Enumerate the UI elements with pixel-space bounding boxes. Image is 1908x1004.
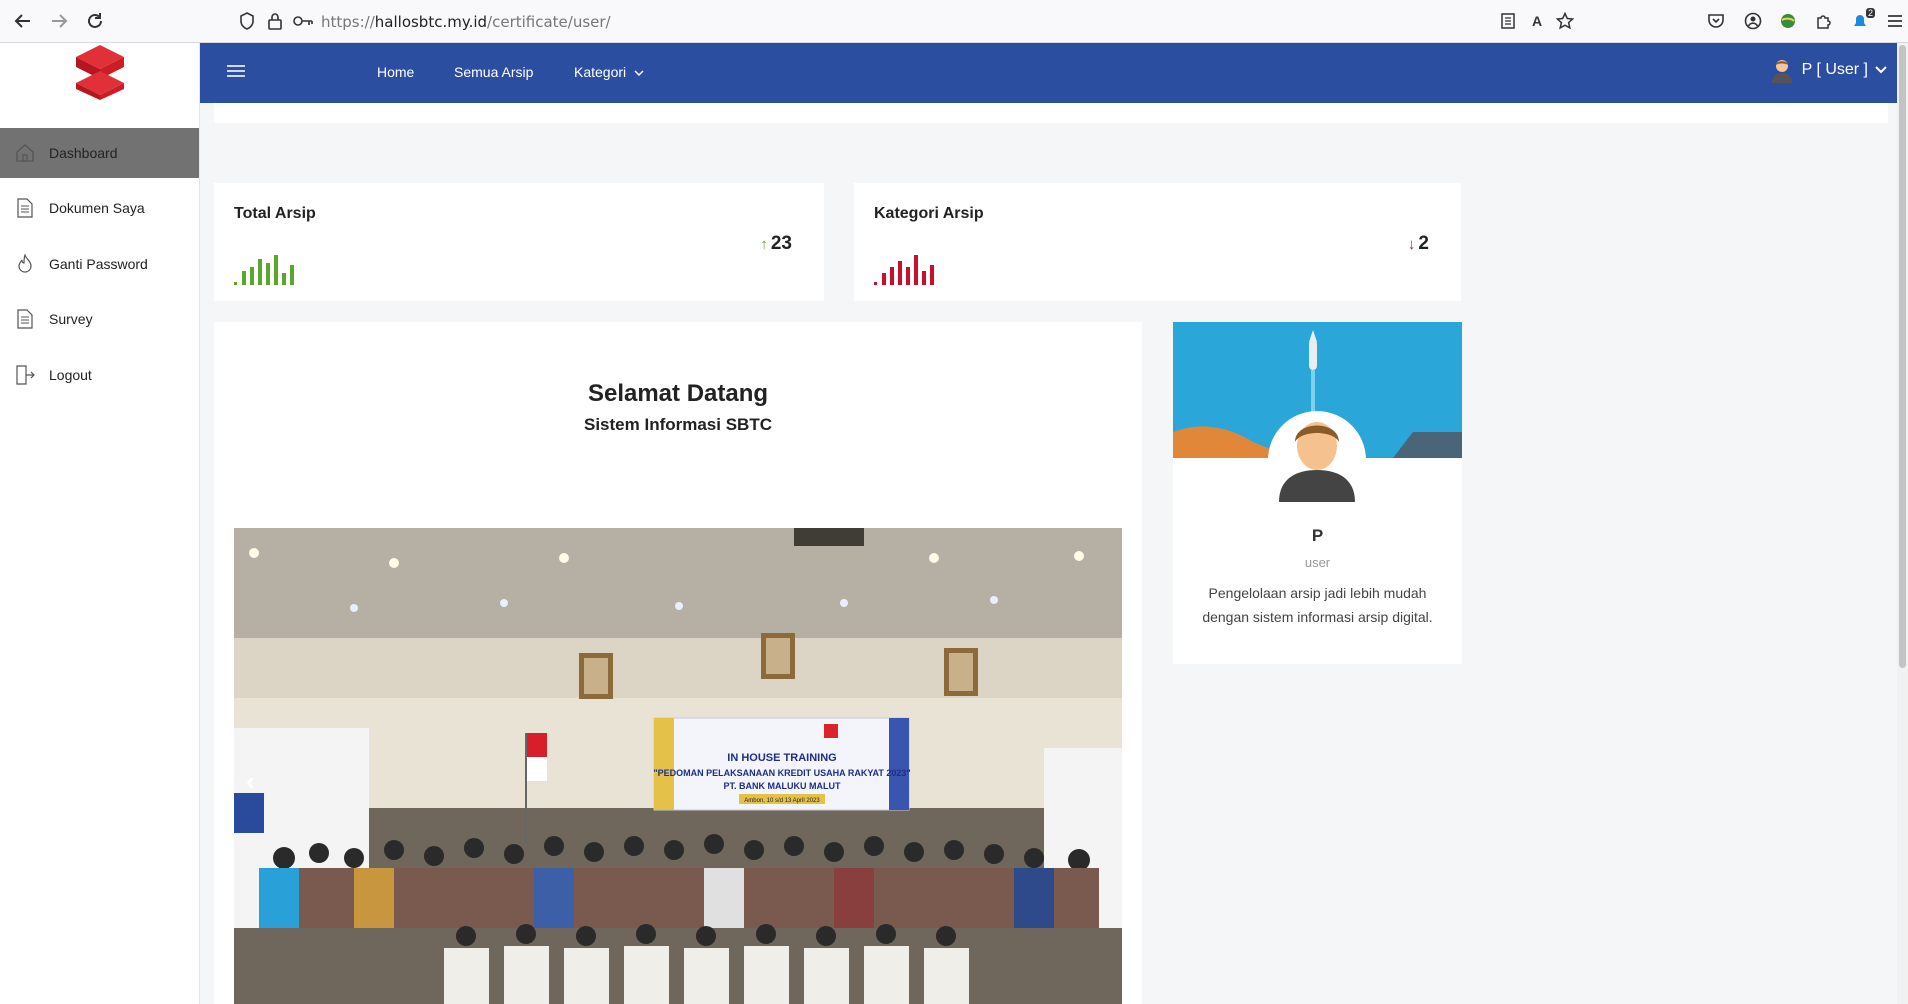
sidebar-item-dokumen-saya[interactable]: Dokumen Saya	[0, 183, 199, 233]
carousel-image[interactable]: IN HOUSE TRAINING "PEDOMAN PELAKSANAAN K…	[234, 528, 1122, 1004]
url-prefix: https://	[321, 13, 375, 31]
stat-card-kategori-arsip: Kategori Arsip ↓ 2	[854, 183, 1461, 301]
page-scrollbar[interactable]	[1897, 43, 1908, 1004]
sidebar-item-ganti-password[interactable]: Ganti Password	[0, 239, 199, 289]
spark-bar	[898, 261, 902, 285]
profile-card: P user Pengelolaan arsip jadi lebih muda…	[1173, 322, 1462, 664]
reader-view-icon[interactable]	[1497, 10, 1519, 32]
banner-line1: IN HOUSE TRAINING	[727, 752, 836, 764]
spark-bar	[274, 255, 278, 285]
hamburger-menu-icon[interactable]	[1884, 10, 1906, 32]
spark-bar	[282, 273, 286, 285]
carousel-prev-icon[interactable]: ‹	[246, 766, 255, 797]
spark-bar	[266, 263, 270, 285]
notification-badge: 2	[1865, 8, 1875, 18]
spark-bar	[250, 267, 254, 285]
sidebar-item-label: Dashboard	[49, 145, 118, 161]
sidebar: Dashboard Dokumen Saya Ganti Password Su…	[0, 43, 200, 1004]
nav-kategori-label: Kategori	[574, 64, 627, 80]
user-label: P [ User ]	[1801, 61, 1868, 78]
home-icon	[15, 142, 35, 164]
spark-bar	[914, 255, 918, 285]
spark-bar	[906, 267, 910, 285]
chevron-down-icon	[634, 70, 644, 77]
banner-line4: Ambon, 10 s/d 13 April 2023	[744, 798, 820, 804]
stat-value: ↓ 2	[1408, 233, 1429, 255]
chevron-down-icon	[1875, 66, 1887, 74]
profile-avatar	[1268, 411, 1366, 509]
scrollbar-thumb[interactable]	[1899, 45, 1906, 668]
lock-icon[interactable]	[264, 10, 286, 32]
shield-icon[interactable]	[236, 10, 258, 32]
spark-bar	[882, 273, 886, 285]
sidebar-item-label: Logout	[49, 367, 92, 383]
sidebar-item-label: Survey	[49, 311, 93, 327]
spark-bar	[242, 271, 246, 285]
stat-card-total-arsip: Total Arsip ↑ 23	[214, 183, 824, 301]
user-menu[interactable]: P [ User ]	[1770, 57, 1888, 83]
nav-home[interactable]: Home	[377, 64, 414, 80]
pocket-icon[interactable]	[1705, 10, 1727, 32]
translate-icon[interactable]: A	[1526, 10, 1548, 32]
sidebar-item-dashboard[interactable]: Dashboard	[0, 128, 199, 178]
logout-icon	[15, 364, 35, 386]
profile-name: P	[1311, 526, 1324, 545]
fire-icon	[15, 253, 35, 275]
stat-value-number: 2	[1418, 233, 1429, 254]
brand-logo[interactable]	[72, 43, 128, 101]
reload-icon[interactable]	[84, 10, 106, 32]
browser-toolbar: https://hallosbtc.my.id/certificate/user…	[0, 0, 1908, 43]
sidebar-item-label: Dokumen Saya	[49, 200, 145, 216]
document-icon	[15, 308, 35, 330]
stat-title: Kategori Arsip	[874, 205, 984, 222]
document-icon	[15, 197, 35, 219]
top-navbar: Home Semua Arsip Kategori P [ User ]	[200, 43, 1908, 103]
spark-bar	[874, 282, 877, 285]
welcome-subtitle: Sistem Informasi SBTC	[584, 415, 772, 434]
banner-line3: PT. BANK MALUKU MALUT	[724, 781, 841, 791]
sparkline-chart	[874, 255, 934, 285]
menu-toggle-icon[interactable]	[227, 65, 245, 79]
welcome-title: Selamat Datang	[587, 380, 769, 407]
star-icon[interactable]	[1554, 10, 1576, 32]
account-icon[interactable]	[1742, 10, 1764, 32]
nav-kategori[interactable]: Kategori	[574, 64, 644, 80]
url-path: /certificate/user/	[487, 13, 611, 31]
sidebar-item-label: Ganti Password	[49, 256, 148, 272]
page-header-strip	[214, 103, 1888, 123]
spark-bar	[930, 265, 934, 285]
user-avatar-icon	[1771, 60, 1792, 83]
spark-bar	[290, 265, 294, 285]
nav-semua-arsip[interactable]: Semua Arsip	[454, 64, 533, 80]
spark-bar	[258, 259, 262, 285]
profile-role: user	[1304, 555, 1331, 570]
trend-up-icon: ↑	[760, 235, 768, 253]
stat-title: Total Arsip	[234, 205, 316, 222]
address-bar[interactable]: https://hallosbtc.my.id/certificate/user…	[321, 13, 611, 31]
sparkline-chart	[234, 255, 294, 285]
spark-bar	[922, 271, 926, 285]
trend-down-icon: ↓	[1407, 235, 1416, 253]
key-icon[interactable]	[292, 10, 314, 32]
welcome-card: Selamat Datang Sistem Informasi SBTC IN …	[214, 322, 1142, 1004]
sidebar-item-logout[interactable]: Logout	[0, 350, 199, 400]
profile-description: Pengelolaan arsip jadi lebih mudah denga…	[1202, 585, 1433, 625]
spark-bar	[890, 267, 894, 285]
stat-value-number: 23	[770, 233, 792, 254]
banner-line2: "PEDOMAN PELAKSANAAN KREDIT USAHA RAKYAT…	[653, 768, 910, 778]
notification-icon[interactable]: 2	[1849, 8, 1875, 32]
forward-icon[interactable]	[48, 10, 70, 32]
group-photo: IN HOUSE TRAINING "PEDOMAN PELAKSANAAN K…	[234, 528, 1122, 1004]
sidebar-item-survey[interactable]: Survey	[0, 294, 199, 344]
extensions-icon[interactable]	[1813, 10, 1835, 32]
url-host: hallosbtc.my.id	[374, 13, 488, 31]
back-icon[interactable]	[12, 10, 34, 32]
spark-bar	[234, 282, 237, 285]
stat-value: ↑ 23	[760, 233, 792, 255]
extension-globe-icon[interactable]	[1777, 10, 1799, 32]
